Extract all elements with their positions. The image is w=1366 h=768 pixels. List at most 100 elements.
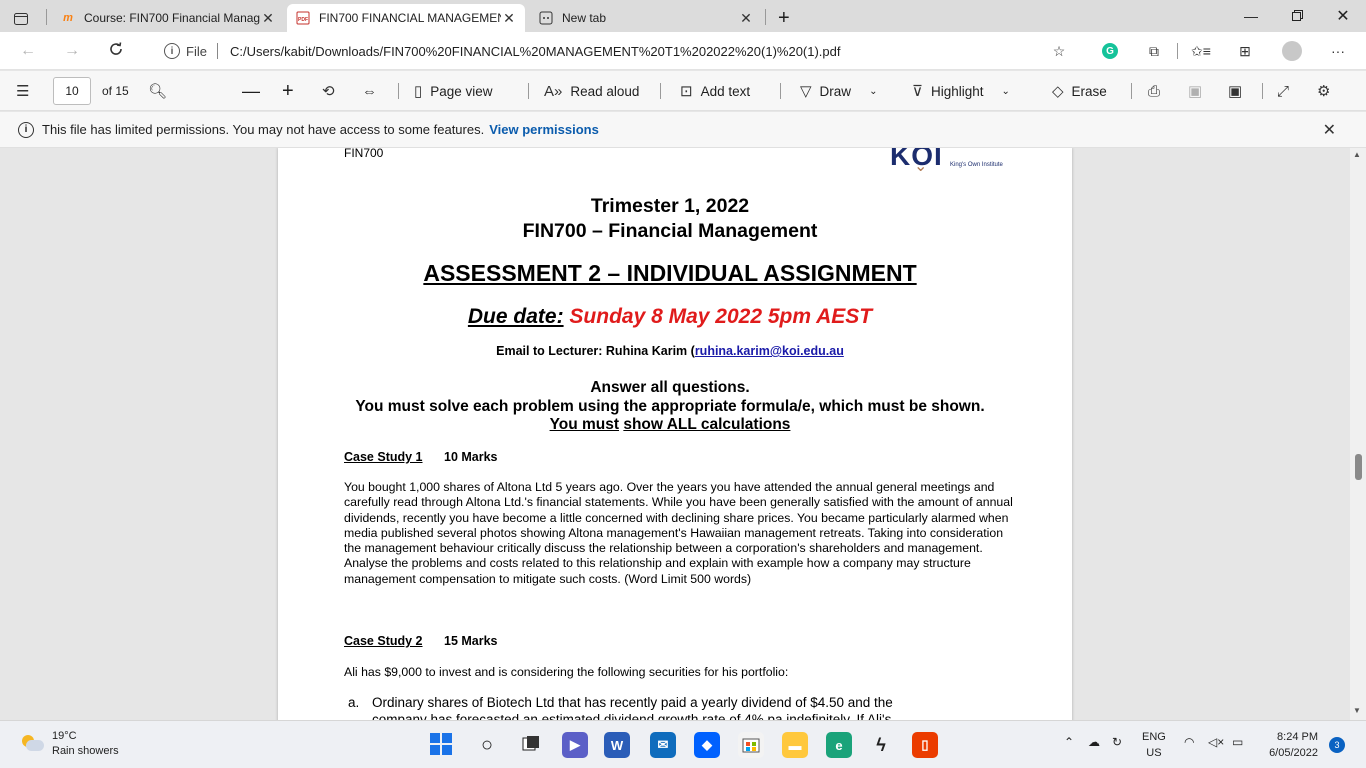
settings-menu-button[interactable]: ··· [1326,40,1350,62]
tray-network-button[interactable]: ↻ [1112,735,1122,749]
tab-actions-icon [14,11,28,27]
tab-actions-button[interactable] [6,5,40,33]
tab-pdf[interactable]: PDF FIN700 FINANCIAL MANAGEMEN ✕ [287,4,525,32]
close-infobar-icon[interactable]: ✕ [1323,120,1336,140]
app-button[interactable]: ϟ [868,732,894,758]
notification-badge[interactable]: 3 [1329,737,1345,753]
store-button[interactable] [738,732,764,758]
show-hidden-icons-button[interactable]: ⌃ [1064,735,1074,749]
teams-chat-button[interactable]: ▶ [562,732,588,758]
rotate-button[interactable]: ⟲ [322,71,343,111]
favorites-button[interactable]: ✩≡ [1189,40,1213,62]
refresh-tray-icon: ↻ [1112,735,1123,749]
page-view-label: Page view [430,83,493,99]
logo-subtext: King's Own Institute [950,162,1003,168]
restore-icon [1291,8,1303,24]
highlight-button[interactable]: ⊽ Highlight ⌄ [912,71,1010,111]
dropbox-button[interactable]: ◆ [694,732,720,758]
file-explorer-button[interactable]: ▬ [782,732,808,758]
refresh-button[interactable] [104,39,128,63]
add-text-button[interactable]: ⊡ Add text [680,71,750,111]
draw-button[interactable]: ▽ Draw ⌄ [800,71,877,111]
page-number-input[interactable]: 10 [53,77,91,105]
clock[interactable]: 8:24 PM 6/05/2022 [1260,729,1318,761]
start-button[interactable] [428,732,454,758]
battery-button[interactable]: ▭ [1232,735,1243,749]
extensions-button[interactable]: ⧉ [1142,40,1166,62]
erase-button[interactable]: ◇ Erase [1052,71,1107,111]
site-info-icon[interactable]: i [164,43,180,59]
chevron-down-icon[interactable]: ⌄ [1002,86,1010,97]
mail-button[interactable]: ✉ [650,732,676,758]
grammarly-button[interactable]: G [1098,40,1122,62]
save-as-button[interactable]: ▣ [1228,71,1250,111]
scrollbar-thumb[interactable] [1355,454,1362,480]
task-view-button[interactable] [518,732,544,758]
volume-button[interactable]: ◁× [1208,735,1224,749]
dropbox-icon: ◆ [702,737,712,752]
tray-app-button[interactable]: ☁ [1088,735,1100,749]
office-button[interactable]: ▯ [912,732,938,758]
fit-width-button[interactable]: ⇔ [362,71,385,111]
word-button[interactable]: W [604,732,630,758]
time: 8:24 PM [1277,731,1318,743]
email-link[interactable]: ruhina.karim@koi.edu.au [695,344,844,358]
close-tab-icon[interactable]: ✕ [260,10,276,27]
scroll-up-icon[interactable]: ▲ [1353,150,1361,159]
page-view-button[interactable]: ▯ Page view [414,71,493,111]
list-item-text: Ordinary shares of Biotech Ltd that has … [372,695,893,710]
minimize-button[interactable]: — [1228,0,1274,32]
pdf-viewer[interactable]: FIN700 KOI ⌄ King's Own Institute Trimes… [0,148,1366,720]
collections-button[interactable]: ⊞ [1233,40,1257,62]
show-all-part1: You must [549,416,620,433]
save-button[interactable]: ▣ [1188,71,1210,111]
weather-widget[interactable]: 19°C Rain showers [22,729,119,759]
url-field[interactable]: i File C:/Users/kabit/Downloads/FIN700%2… [146,37,1086,65]
header-code: FIN700 [344,148,384,160]
chevron-down-icon[interactable]: ⌄ [869,86,877,97]
table-of-contents-button[interactable]: ☰ [16,71,37,111]
weather-icon [22,735,44,753]
edge-icon: e [835,737,843,753]
tab-newtab[interactable]: New tab ✕ [530,4,762,32]
add-favorite-button[interactable]: ☆ [1047,40,1071,62]
close-window-button[interactable]: ✕ [1320,0,1366,32]
forward-button[interactable]: → [60,39,84,63]
edge-button[interactable]: e [826,732,852,758]
scroll-down-icon[interactable]: ▼ [1353,706,1361,715]
tab-course[interactable]: m Course: FIN700 Financial Manage ✕ [52,4,284,32]
vertical-scrollbar[interactable]: ▲ ▼ [1350,148,1366,720]
print-button[interactable]: ⎙ [1148,71,1168,111]
pdf-settings-button[interactable]: ⚙ [1317,71,1338,111]
fullscreen-button[interactable]: ⤢ [1277,71,1297,111]
wifi-button[interactable]: ◠ [1184,735,1194,749]
new-tab-button[interactable]: + [770,4,798,32]
rotate-icon: ⟲ [322,83,335,100]
pdf-page: FIN700 KOI ⌄ King's Own Institute Trimes… [278,148,1072,720]
url-divider [216,43,218,59]
find-button[interactable]: 🔍︎ [148,71,175,111]
solve-instruction: You must solve each problem using the ap… [355,398,985,415]
weather-condition: Rain showers [52,745,119,757]
close-tab-icon[interactable]: ✕ [738,10,754,27]
permissions-infobar: i This file has limited permissions. You… [0,112,1366,148]
language-indicator[interactable]: ENG US [1142,729,1166,761]
back-button[interactable]: ← [16,39,40,63]
restore-button[interactable] [1274,0,1320,32]
zoom-in-button[interactable]: + [282,71,294,111]
fit-width-icon: ⇔ [362,82,377,100]
wifi-icon: ◠ [1184,735,1195,749]
svg-text:PDF: PDF [298,17,308,23]
zoom-out-button[interactable]: — [242,71,260,111]
close-tab-icon[interactable]: ✕ [501,10,517,27]
file-label: File [186,43,207,59]
url-text: C:/Users/kabit/Downloads/FIN700%20FINANC… [229,43,841,59]
toolbar-separator [1177,43,1178,59]
page-number: 10 [65,84,79,98]
read-aloud-button[interactable]: A» Read aloud [544,71,639,111]
minimize-icon: — [1244,8,1258,24]
email-line: Email to Lecturer: Ruhina Karim (ruhina.… [278,344,1062,358]
search-taskbar-button[interactable]: ○ [474,732,500,758]
view-permissions-link[interactable]: View permissions [489,122,599,137]
profile-button[interactable] [1280,40,1304,62]
